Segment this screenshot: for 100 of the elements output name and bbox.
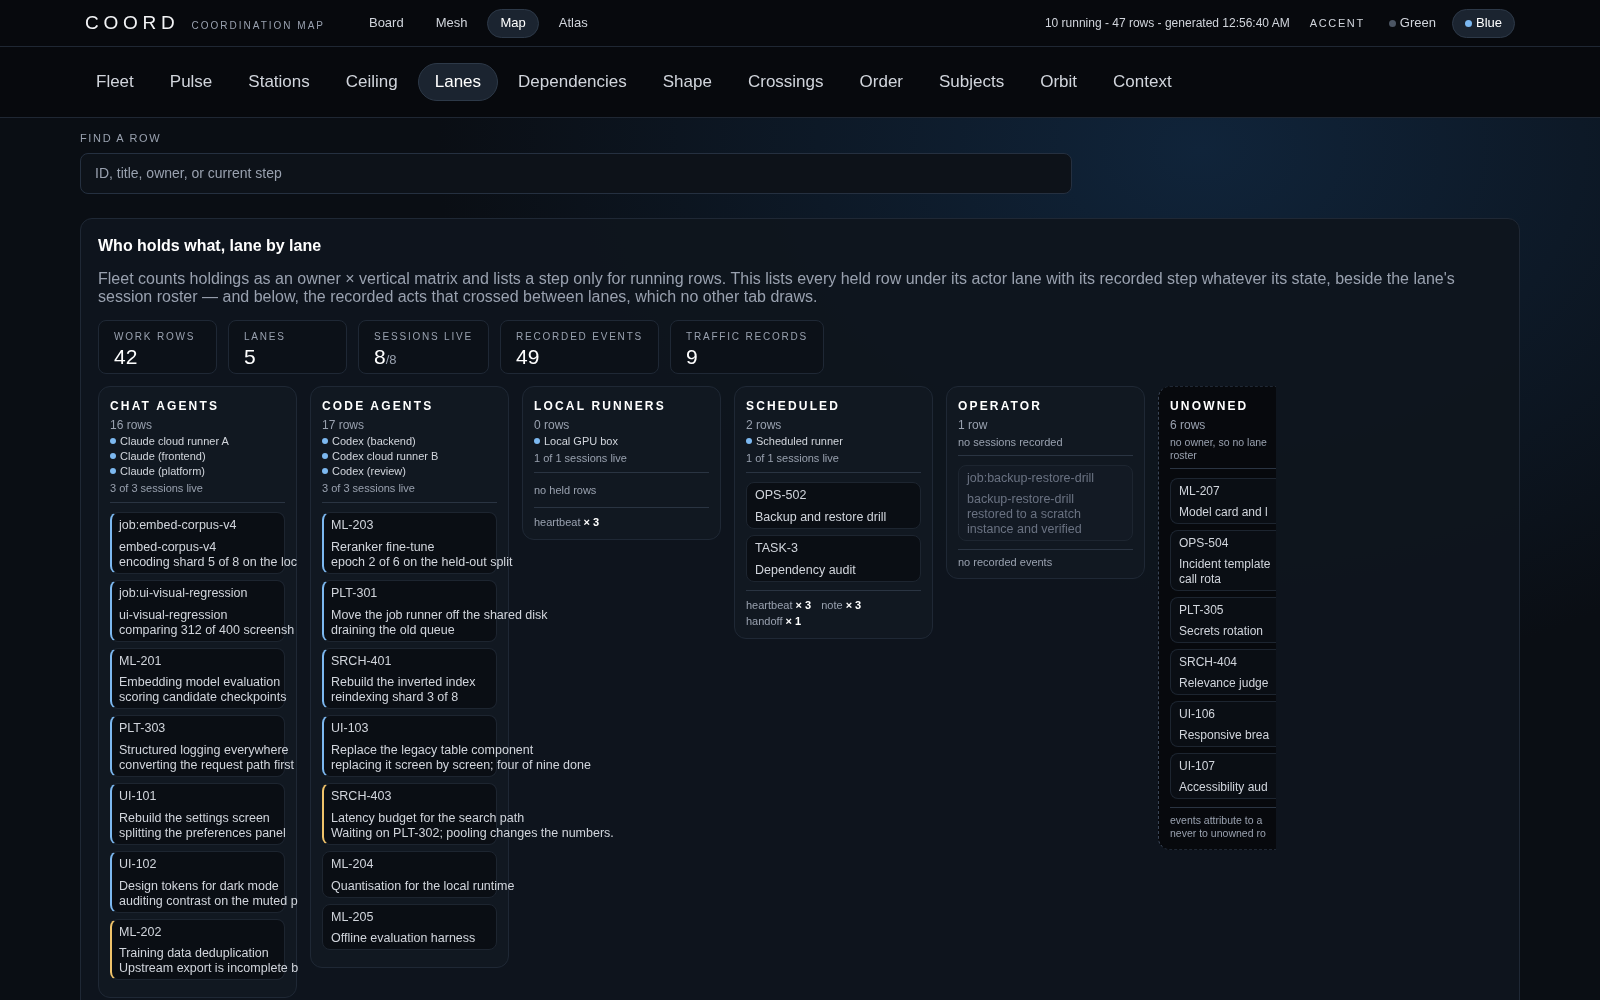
row-id: OPS-504 <box>1179 534 1229 552</box>
row-card[interactable] <box>110 647 285 710</box>
row-card[interactable] <box>1170 752 1276 799</box>
row-id: PLT-305 <box>1179 601 1224 619</box>
row-card[interactable] <box>1170 596 1276 643</box>
row-step: Upstream export is incomplete b <box>119 961 299 977</box>
row-title: Model card and l <box>1179 504 1268 520</box>
stat-label: LANES <box>244 329 287 344</box>
row-id: UI-103 <box>331 720 369 738</box>
session-name: Scheduled runner <box>756 433 843 449</box>
tab[interactable]: Order <box>843 63 919 101</box>
row-title: Structured logging everywhere <box>119 743 289 758</box>
row-count: 17 rows <box>322 416 365 434</box>
row-card[interactable] <box>746 534 921 582</box>
stat-label: RECORDED EVENTS <box>516 329 643 344</box>
row-id: ML-203 <box>331 517 374 534</box>
row-id: ML-207 <box>1179 482 1220 500</box>
sessions-live: 1 of 1 sessions live <box>534 450 627 466</box>
row-card[interactable] <box>1170 700 1276 747</box>
sessions-note: no sessions recorded <box>958 435 1064 449</box>
row-id: ML-202 <box>119 923 162 941</box>
tab[interactable]: Ceiling <box>329 63 414 101</box>
row-title: Rebuild the inverted index <box>331 675 476 691</box>
row-title: Reranker fine-tune <box>331 539 435 555</box>
tab[interactable]: Crossings <box>731 63 840 101</box>
row-step: scoring candidate checkpoints <box>119 690 287 706</box>
row-title: Design tokens for dark mode <box>119 878 279 894</box>
sessions-live: 1 of 1 sessions live <box>746 450 839 466</box>
row-step: call rota <box>1179 571 1222 587</box>
accent-label: ACCENT <box>1309 15 1365 31</box>
tab[interactable]: Shape <box>646 63 728 101</box>
row-id: ML-205 <box>331 908 374 926</box>
row-title: Offline evaluation harness <box>331 931 476 947</box>
row-title: Dependency audit <box>755 562 856 578</box>
tab[interactable]: Fleet <box>80 63 150 101</box>
row-id: job:embed-corpus-v4 <box>119 517 237 534</box>
row-card[interactable] <box>110 918 285 981</box>
row-card[interactable] <box>1170 648 1276 695</box>
session-name: Claude (platform) <box>120 463 205 479</box>
tab[interactable]: Pulse <box>153 63 229 101</box>
stat-value: 8 <box>374 343 386 370</box>
search-field[interactable]: ID, title, owner, or current step <box>80 152 1072 194</box>
sessions-note: no owner, so no lane roster <box>1170 435 1268 462</box>
row-id: UI-106 <box>1179 705 1216 723</box>
tab[interactable]: Dependencies <box>502 63 643 101</box>
nav-tab[interactable]: Mesh <box>423 8 480 38</box>
event-count: note × 3 <box>821 597 862 613</box>
empty-note: no held rows <box>534 483 597 498</box>
row-title: Replace the legacy table component <box>331 743 534 758</box>
nav-tab[interactable]: Map <box>487 8 539 38</box>
row-title: Secrets rotation <box>1179 623 1264 639</box>
row-card[interactable] <box>322 903 497 951</box>
sessions-live: 3 of 3 sessions live <box>110 480 203 496</box>
nav-tab[interactable]: Atlas <box>546 8 600 38</box>
row-card[interactable] <box>1170 529 1276 591</box>
row-step: draining the old queue <box>331 622 455 638</box>
row-step: converting the request path first <box>119 758 295 773</box>
row-card[interactable] <box>110 783 285 845</box>
row-id: SRCH-403 <box>331 788 392 805</box>
session-name: Codex (backend) <box>332 433 416 449</box>
accent-option[interactable]: Blue <box>1451 8 1515 38</box>
row-card[interactable] <box>1170 477 1276 524</box>
tab[interactable]: Orbit <box>1024 63 1094 101</box>
row-step: reindexing shard 3 of 8 <box>331 690 459 706</box>
row-card[interactable] <box>746 482 921 529</box>
nav-tab[interactable]: Board <box>356 8 416 38</box>
row-count: 6 rows <box>1170 416 1206 434</box>
row-title: backup-restore-drill <box>967 492 1075 508</box>
panel-description: Fleet counts holdings as an owner × vertical matrix and lists a step only for running rows. This lists every held row under its actor lane with its recorded step whatever its state, beside the lane's session roster — and below, the recorded acts that crossed between lanes, which no other tab draws. <box>98 269 1456 306</box>
sessions-live: 3 of 3 sessions live <box>322 480 415 496</box>
tab[interactable]: Lanes <box>417 63 499 101</box>
session-name: Claude (frontend) <box>120 448 206 464</box>
row-card[interactable] <box>322 647 497 710</box>
stat-value: 49 <box>516 343 540 370</box>
row-title: Backup and restore drill <box>755 509 887 525</box>
row-id: ML-204 <box>331 855 374 873</box>
row-step: epoch 2 of 6 on the held-out split <box>331 554 513 570</box>
row-title: embed-corpus-v4 <box>119 539 217 555</box>
lane-title: SCHEDULED <box>746 397 841 415</box>
stat-value: 9 <box>686 343 698 370</box>
tab[interactable]: Subjects <box>923 63 1021 101</box>
tab[interactable]: Stations <box>232 63 326 101</box>
row-id: SRCH-401 <box>331 652 392 670</box>
row-id: OPS-502 <box>755 487 807 504</box>
row-title: Quantisation for the local runtime <box>331 878 515 894</box>
row-title: Rebuild the settings screen <box>119 810 270 826</box>
row-id: PLT-303 <box>119 720 166 738</box>
session-name: Codex (review) <box>332 463 406 479</box>
stat-value: 42 <box>114 343 138 370</box>
row-id: UI-102 <box>119 855 157 873</box>
row-id: TASK-3 <box>755 539 798 557</box>
tab[interactable]: Context <box>1097 63 1188 101</box>
logo: COORD <box>85 10 180 35</box>
row-id: UI-101 <box>119 788 157 805</box>
row-title: ui-visual-regression <box>119 607 228 623</box>
accent-option[interactable]: Green <box>1380 8 1444 38</box>
row-id: ML-201 <box>119 652 162 670</box>
row-title: Latency budget for the search path <box>331 810 525 826</box>
stat-label: SESSIONS LIVE <box>374 329 473 344</box>
row-card[interactable] <box>110 850 285 913</box>
